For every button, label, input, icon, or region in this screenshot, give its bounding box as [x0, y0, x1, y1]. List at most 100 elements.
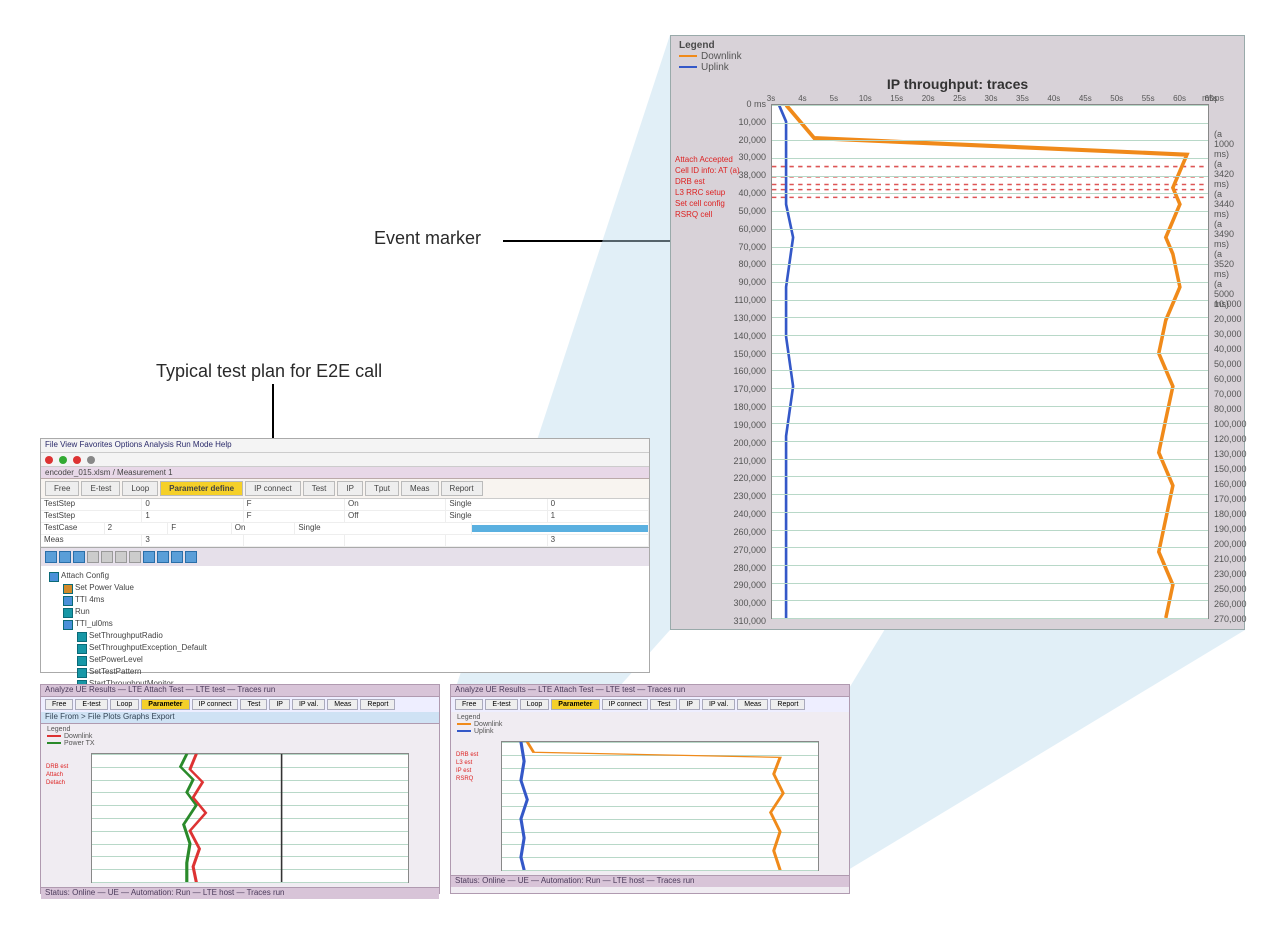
callout-test-plan: Typical test plan for E2E call	[156, 361, 382, 382]
tree-node[interactable]: SetTestPattern	[75, 666, 643, 678]
small-subbar[interactable]: File From > File Plots Graphs Export	[41, 712, 439, 724]
small-tab[interactable]: Free	[455, 699, 483, 710]
event-label: Cell ID info: AT (a)	[675, 167, 740, 176]
small-tab[interactable]: Meas	[737, 699, 768, 710]
y-tick: 180,000	[711, 402, 766, 412]
small-tab[interactable]: Test	[240, 699, 267, 710]
r-tick-val: 20,000	[1214, 314, 1242, 324]
toggle-button[interactable]	[129, 551, 141, 563]
small-tab[interactable]: Free	[45, 699, 73, 710]
small-header: Analyze UE Results — LTE Attach Test — L…	[41, 685, 439, 697]
r-tick-val: 40,000	[1214, 344, 1242, 354]
y-tick: 260,000	[711, 527, 766, 537]
x-tick: 35s	[1016, 94, 1029, 103]
y-tick: 280,000	[711, 563, 766, 573]
chartlet-left[interactable]: DRB est Attach Detach	[91, 753, 409, 883]
x-tick: 4s	[798, 94, 806, 103]
chartlet-right[interactable]: DRB est L3 est IP est RSRQ	[501, 741, 819, 871]
small-tab[interactable]: Report	[360, 699, 395, 710]
y-tick: 90,000	[711, 277, 766, 287]
toggle-button[interactable]	[73, 551, 85, 563]
toggle-button[interactable]	[45, 551, 57, 563]
x-tick: 60s	[1173, 94, 1186, 103]
tab-tput[interactable]: Tput	[365, 481, 399, 496]
tree-node[interactable]: Run	[61, 606, 643, 618]
small-tab[interactable]: IP val.	[702, 699, 735, 710]
toolbar-icon[interactable]	[59, 456, 67, 464]
small-tab[interactable]: IP val.	[292, 699, 325, 710]
tab-parameter-define[interactable]: Parameter define	[160, 481, 243, 496]
tree-node[interactable]: SetThroughputException_Default	[75, 642, 643, 654]
toggle-button[interactable]	[171, 551, 183, 563]
small-tab[interactable]: Test	[650, 699, 677, 710]
toolbar-icon[interactable]	[73, 456, 81, 464]
small-tabs-right[interactable]: FreeE-testLoopParameterIP connectTestIPI…	[451, 697, 849, 712]
r-tick-val: 100,000	[1214, 419, 1247, 429]
r-tick-val: 230,000	[1214, 569, 1247, 579]
small-tab[interactable]: Report	[770, 699, 805, 710]
r-tick-val: 70,000	[1214, 389, 1242, 399]
toggle-button[interactable]	[87, 551, 99, 563]
toggle-button[interactable]	[157, 551, 169, 563]
small-legend-left: Legend Downlink Power TX	[41, 724, 439, 749]
tab-ip[interactable]: IP	[337, 481, 363, 496]
tab-bar[interactable]: FreeE-testLoopParameter defineIP connect…	[41, 479, 649, 498]
tab-ip-connect[interactable]: IP connect	[245, 481, 301, 496]
y-tick: 190,000	[711, 420, 766, 430]
x-tick: 15s	[890, 94, 903, 103]
chart-title: IP throughput: traces	[887, 76, 1028, 92]
toggle-button[interactable]	[143, 551, 155, 563]
toolbar-icon[interactable]	[45, 456, 53, 464]
status-bar-left: Status: Online — UE — Automation: Run — …	[41, 887, 439, 899]
tree-node[interactable]: Set Power Value	[61, 582, 643, 594]
small-tab[interactable]: Parameter	[141, 699, 189, 710]
menubar[interactable]: File View Favorites Options Analysis Run…	[41, 439, 649, 453]
tree-node[interactable]: Attach Config	[47, 570, 643, 582]
tab-report[interactable]: Report	[441, 481, 483, 496]
table-row[interactable]: TestStep0FOnSingle0	[41, 499, 649, 511]
event-label: Set cell config	[675, 200, 725, 209]
tab-free[interactable]: Free	[45, 481, 79, 496]
small-tab[interactable]: Loop	[110, 699, 140, 710]
r-tick-val: 250,000	[1214, 584, 1247, 594]
toggle-bar[interactable]	[41, 547, 649, 566]
plot-area[interactable]	[771, 104, 1209, 619]
tab-meas[interactable]: Meas	[401, 481, 439, 496]
toggle-button[interactable]	[185, 551, 197, 563]
small-tab[interactable]: Meas	[327, 699, 358, 710]
table-row[interactable]: TestCase2FOnSingle	[41, 523, 649, 535]
tree-node[interactable]: SetPowerLevel	[75, 654, 643, 666]
legend-box: Legend Downlink Uplink	[679, 40, 742, 73]
small-tab[interactable]: IP	[679, 699, 700, 710]
toolbar-icon[interactable]	[87, 456, 95, 464]
event-label: Attach Accepted	[675, 156, 733, 165]
small-tab[interactable]: E-test	[485, 699, 517, 710]
y-tick: 240,000	[711, 509, 766, 519]
small-tab[interactable]: Parameter	[551, 699, 599, 710]
toggle-button[interactable]	[101, 551, 113, 563]
tab-test[interactable]: Test	[303, 481, 336, 496]
small-tab[interactable]: IP	[269, 699, 290, 710]
tab-e-test[interactable]: E-test	[81, 481, 120, 496]
small-tab[interactable]: IP connect	[192, 699, 239, 710]
tree-node[interactable]: SetThroughputRadio	[75, 630, 643, 642]
toggle-button[interactable]	[59, 551, 71, 563]
tree-node[interactable]: TTI_ul0ms	[61, 618, 643, 630]
parameter-grid[interactable]: TestStep0FOnSingle0TestStep1FOffSingle1T…	[41, 498, 649, 547]
small-tab[interactable]: Loop	[520, 699, 550, 710]
x-tick: 30s	[985, 94, 998, 103]
toggle-button[interactable]	[115, 551, 127, 563]
small-tab[interactable]: IP connect	[602, 699, 649, 710]
r-tick-val: 270,000	[1214, 614, 1247, 624]
table-row[interactable]: TestStep1FOffSingle1	[41, 511, 649, 523]
tab-loop[interactable]: Loop	[122, 481, 158, 496]
tree-node[interactable]: TTI 4ms	[61, 594, 643, 606]
r-tick-time: (a 3490 ms)	[1214, 219, 1244, 249]
r-tick-val: 150,000	[1214, 464, 1247, 474]
small-tab[interactable]: E-test	[75, 699, 107, 710]
toolbar[interactable]	[41, 453, 649, 467]
x-tick: 25s	[953, 94, 966, 103]
small-tabs-left[interactable]: FreeE-testLoopParameterIP connectTestIPI…	[41, 697, 439, 712]
r-tick-val: 200,000	[1214, 539, 1247, 549]
table-row[interactable]: Meas33	[41, 535, 649, 547]
